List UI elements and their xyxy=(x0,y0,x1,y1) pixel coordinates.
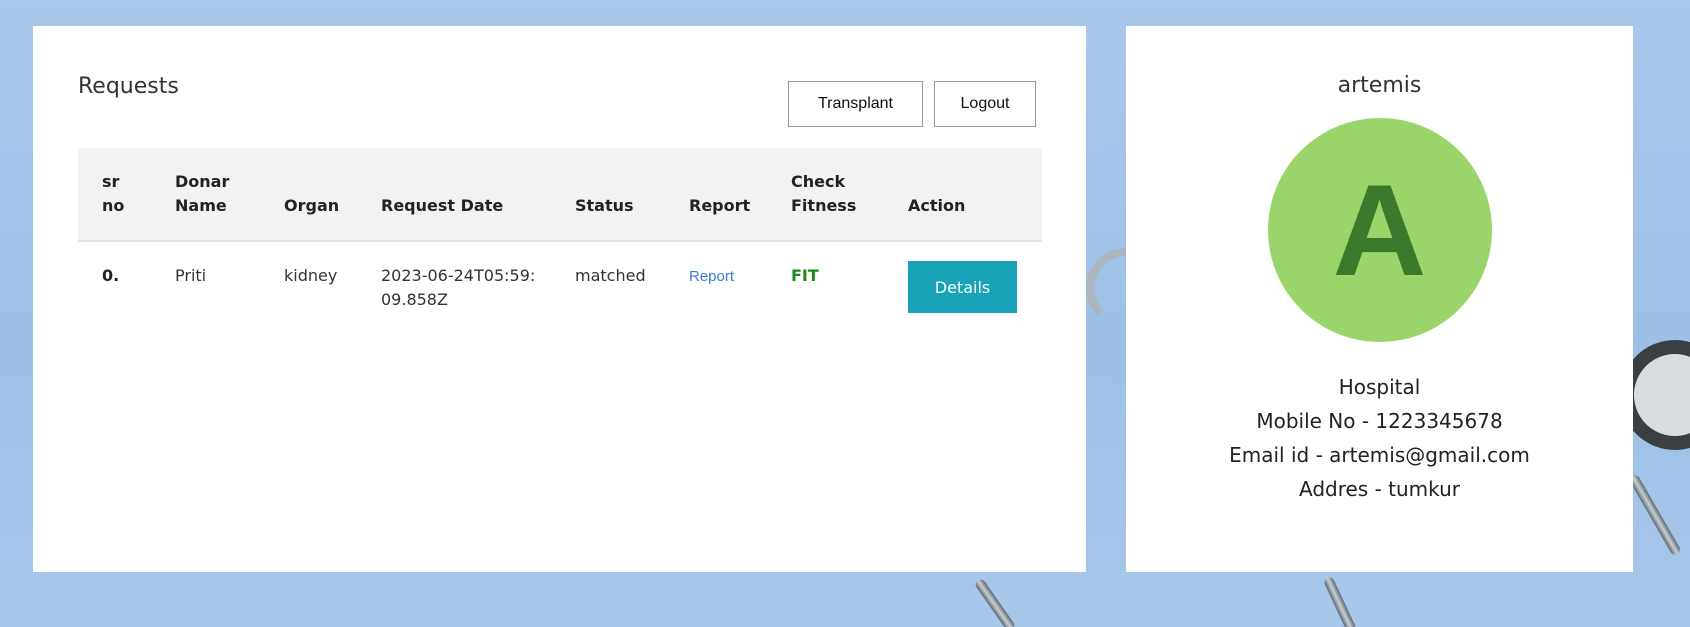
profile-panel: artemis A Hospital Mobile No - 122334567… xyxy=(1126,26,1633,572)
cell-report: Report xyxy=(665,241,767,325)
cell-organ: kidney xyxy=(284,266,338,285)
profile-email: Email id - artemis@gmail.com xyxy=(1229,443,1530,467)
cell-request-date: 2023-06-24T05:59:09.858Z xyxy=(381,266,536,309)
avatar: A xyxy=(1267,118,1492,342)
profile-mobile: Mobile No - 1223345678 xyxy=(1256,409,1503,433)
column-header-donar-name: Donar Name xyxy=(151,148,260,242)
table-row: 0. Priti kidney 2023-06-24T05:59:09.858Z… xyxy=(78,241,1042,325)
transplant-button[interactable]: Transplant xyxy=(788,81,923,127)
table-header-row: sr no Donar Name Organ Request Date Stat… xyxy=(78,148,1042,242)
logout-button[interactable]: Logout xyxy=(934,81,1036,127)
stethoscope-tube-decoration xyxy=(973,577,1017,627)
cell-action: Details xyxy=(884,241,1042,325)
cell-donar-name: Priti xyxy=(175,266,207,285)
column-header-action: Action xyxy=(884,148,1042,242)
column-header-organ: Organ xyxy=(260,148,357,242)
stethoscope-tube-decoration xyxy=(1322,575,1358,627)
profile-info: Hospital Mobile No - 1223345678 Email id… xyxy=(1126,370,1633,506)
stethoscope-tube-decoration xyxy=(1628,473,1682,557)
report-link[interactable]: Report xyxy=(689,268,734,285)
column-header-request-date: Request Date xyxy=(357,148,551,242)
avatar-letter: A xyxy=(1332,157,1427,303)
cell-check-fitness: FIT xyxy=(767,241,884,325)
column-header-sr-no: sr no xyxy=(78,148,151,242)
requests-panel: Requests Transplant Logout sr no Donar N… xyxy=(33,26,1086,572)
profile-type: Hospital xyxy=(1338,375,1421,399)
profile-name: artemis xyxy=(1337,73,1422,98)
requests-table: sr no Donar Name Organ Request Date Stat… xyxy=(78,148,1042,325)
cell-status: matched xyxy=(575,266,646,285)
column-header-check-fitness: Check Fitness xyxy=(767,148,884,242)
cell-sr-no: 0. xyxy=(102,266,120,285)
profile-address: Addres - tumkur xyxy=(1298,477,1461,501)
page-title: Requests xyxy=(78,74,179,99)
column-header-report: Report xyxy=(665,148,767,242)
fitness-status-badge: FIT xyxy=(791,266,819,285)
details-button[interactable]: Details xyxy=(908,261,1017,313)
column-header-status: Status xyxy=(551,148,665,242)
